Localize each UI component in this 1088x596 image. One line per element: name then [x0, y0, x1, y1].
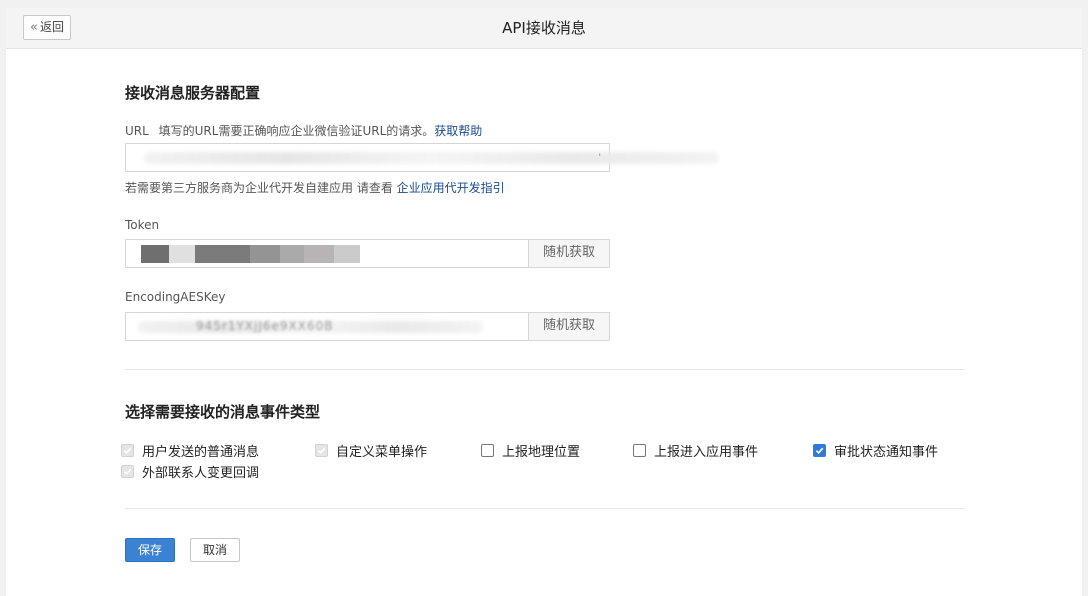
event-option-label: 上报进入应用事件: [654, 445, 759, 460]
token-label: Token: [125, 218, 160, 232]
top-bar: « 返回 API接收消息: [6, 8, 1082, 49]
event-option-approval[interactable]: 审批状态通知事件: [813, 441, 938, 460]
aes-key-input[interactable]: 945r1YXjJ6e9XX60B 随机获取: [125, 312, 610, 341]
checkbox[interactable]: [315, 444, 328, 457]
checkbox[interactable]: [633, 444, 646, 457]
page-title: API接收消息: [502, 19, 586, 37]
cancel-button[interactable]: 取消: [190, 538, 240, 562]
checkbox[interactable]: [813, 444, 826, 457]
event-option-location[interactable]: 上报地理位置: [481, 441, 580, 460]
event-option-label: 外部联系人变更回调: [142, 466, 260, 481]
check-icon: [815, 447, 824, 455]
event-option-enter-app[interactable]: 上报进入应用事件: [633, 441, 758, 460]
event-option-external-contact[interactable]: 外部联系人变更回调: [121, 462, 259, 481]
event-option-label: 审批状态通知事件: [834, 445, 939, 460]
aes-key-random-button[interactable]: 随机获取: [528, 313, 609, 340]
check-icon: [317, 447, 326, 455]
agent-note-text: 若需要第三方服务商为企业代开发自建应用 请查看: [125, 181, 397, 195]
event-types-title: 选择需要接收的消息事件类型: [125, 403, 321, 421]
save-button[interactable]: 保存: [125, 538, 175, 562]
section-divider: [125, 508, 965, 509]
help-link[interactable]: 获取帮助: [434, 124, 482, 138]
event-option-label: 用户发送的普通消息: [142, 445, 260, 460]
section-divider: [125, 369, 965, 370]
agent-guide-link[interactable]: 企业应用代开发指引: [397, 181, 505, 195]
event-option-user-message[interactable]: 用户发送的普通消息: [121, 441, 259, 460]
server-config-title: 接收消息服务器配置: [125, 84, 261, 102]
check-icon: [123, 447, 132, 455]
aes-key-label: EncodingAESKey: [125, 290, 226, 304]
check-icon: [123, 468, 132, 476]
event-option-custom-menu[interactable]: 自定义菜单操作: [315, 441, 427, 460]
checkbox[interactable]: [121, 444, 134, 457]
token-random-button[interactable]: 随机获取: [528, 240, 609, 267]
checkbox[interactable]: [481, 444, 494, 457]
event-option-label: 自定义菜单操作: [336, 445, 428, 460]
url-label-row: URL 填写的URL需要正确响应企业微信验证URL的请求。获取帮助: [125, 122, 482, 139]
url-label: URL: [125, 124, 149, 138]
checkbox[interactable]: [121, 465, 134, 478]
url-input[interactable]: ': [125, 143, 719, 172]
url-scroll-mark: ': [598, 153, 601, 163]
event-option-label: 上报地理位置: [502, 445, 581, 460]
url-value-masked: [144, 152, 719, 164]
agent-note: 若需要第三方服务商为企业代开发自建应用 请查看 企业应用代开发指引: [125, 179, 505, 196]
token-value-masked: [141, 245, 360, 263]
token-input[interactable]: 随机获取: [125, 239, 610, 268]
url-hint: 填写的URL需要正确响应企业微信验证URL的请求。: [158, 124, 435, 138]
aes-key-fragment: 945r1YXjJ6e9XX60B: [196, 319, 334, 333]
